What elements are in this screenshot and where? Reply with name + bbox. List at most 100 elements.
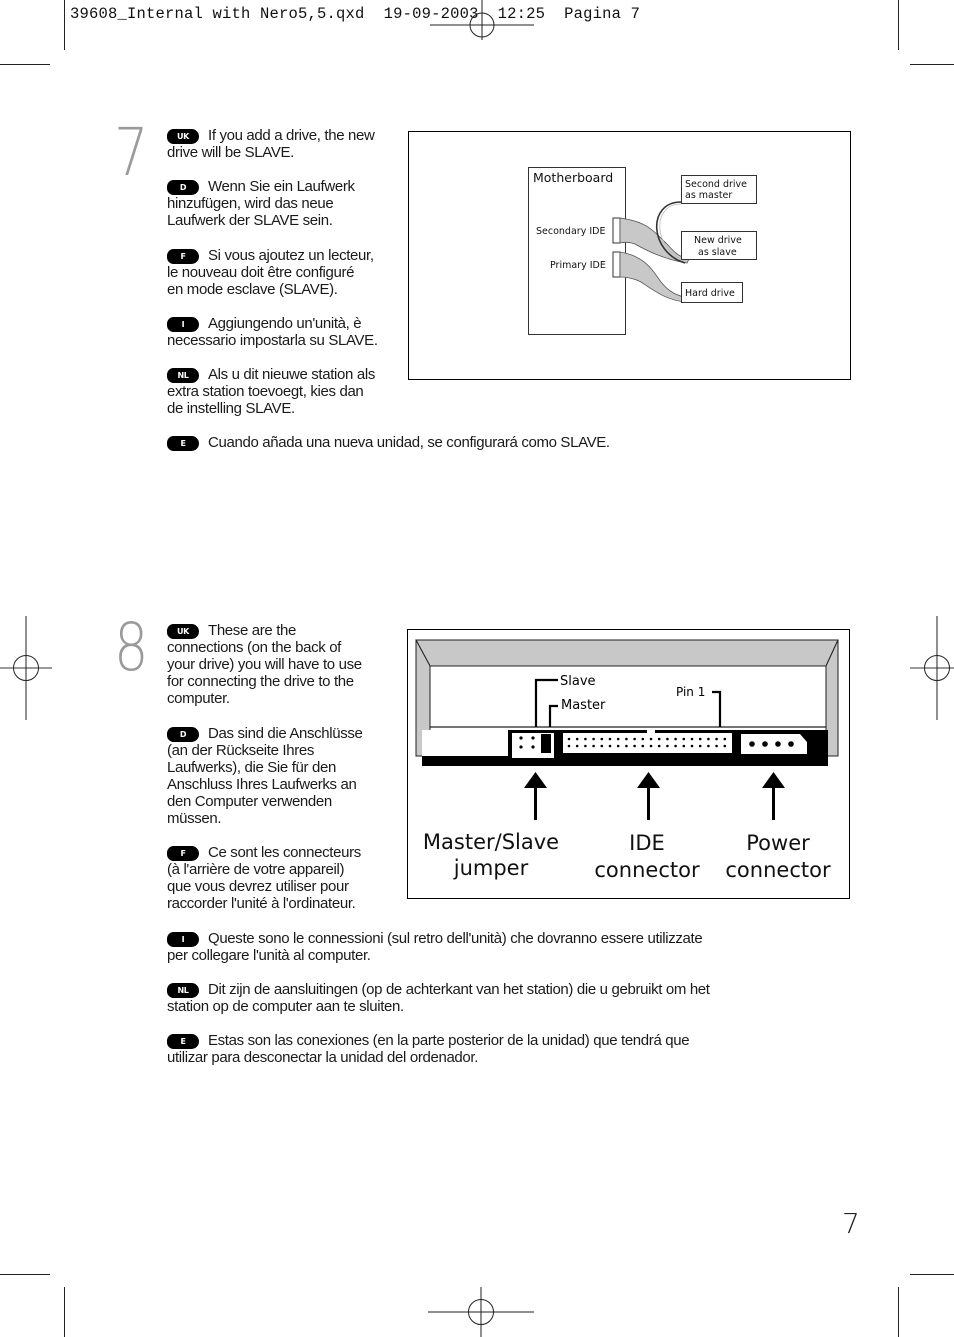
- slave-label: Slave: [560, 674, 596, 689]
- arrow-jumper: [524, 772, 547, 820]
- language-badge-i: I: [167, 317, 199, 332]
- text-line: These are the: [208, 622, 297, 639]
- slug-filename: 39608_Internal with Nero5,5.qxd: [70, 5, 365, 23]
- ide-pin: [707, 744, 710, 748]
- new-drive-label-line2: as slave: [698, 247, 737, 258]
- motherboard-box: [528, 167, 626, 335]
- text-line: müssen.: [167, 810, 222, 827]
- ide-pin: [649, 744, 653, 748]
- ide-pin: [723, 737, 727, 741]
- motherboard-label: Motherboard: [533, 170, 613, 185]
- ide-pin: [633, 744, 636, 748]
- text-line: den Computer verwenden: [167, 793, 332, 810]
- ide-pin: [682, 737, 686, 741]
- drive-back-diagram: Slave Master Pin 1 Master/Slave jumper I…: [415, 639, 839, 882]
- crop-mark: [910, 64, 954, 65]
- text-line: Ce sont les connecteurs: [208, 844, 361, 861]
- text-line: (an der Rückseite Ihres: [167, 742, 315, 759]
- text-line: Anschluss Ihres Laufwerks an: [167, 776, 357, 793]
- text-line: If you add a drive, the new: [208, 127, 375, 144]
- figure-motherboard-connection: Motherboard Secondary IDE Primary IDE Se…: [408, 131, 851, 380]
- text-line: Queste sono le connessioni (sul retro de…: [208, 930, 703, 947]
- ide-pin: [584, 737, 587, 741]
- slug-page: Pagina 7: [564, 5, 641, 23]
- ide-pin: [682, 744, 686, 748]
- language-badge-f: F: [167, 249, 199, 264]
- ide-pin: [641, 737, 645, 741]
- ide-pin: [608, 744, 612, 748]
- ide-pin: [592, 744, 595, 748]
- instruction-uk: UK If you add a drive, the new drive will…: [167, 127, 402, 161]
- text-line: Aggiungendo un'unità, è: [208, 315, 362, 332]
- text-line: your drive) you will have to use: [167, 656, 362, 673]
- text-line: Das sind die Anschlüsse: [208, 725, 363, 742]
- new-drive-label: New drive: [694, 235, 742, 246]
- ide-pin: [698, 737, 702, 741]
- ide-pin: [575, 737, 579, 741]
- ide-pin: [723, 744, 727, 748]
- ide-pin: [633, 737, 636, 741]
- instruction-f: F Si vous ajoutez un lecteur, le nouveau …: [167, 247, 402, 298]
- text-line: Laufwerks), die Sie für den: [167, 759, 336, 776]
- ide-pin: [666, 737, 669, 741]
- instruction-nl: NL Als u dit nieuwe station als extra sta…: [167, 366, 402, 417]
- text-line: utilizar para desconectar la unidad del …: [167, 1049, 479, 1066]
- language-badge-e: E: [167, 436, 199, 451]
- text-line: connections (on the back of: [167, 639, 341, 656]
- ide-pin: [690, 744, 694, 748]
- ide-label: IDE: [629, 831, 665, 855]
- text-line: de instelling SLAVE.: [167, 400, 295, 417]
- registration-mark-bottom: [428, 1287, 534, 1337]
- ide-pin: [584, 744, 587, 748]
- ide-pin: [698, 744, 702, 748]
- text-line: per collegare l'unità al computer.: [167, 947, 371, 964]
- registration-mark-left: [0, 616, 52, 720]
- ide-pin: [715, 737, 718, 741]
- language-badge-e: E: [167, 1034, 199, 1049]
- instruction-uk: UK These are the connections (on the back…: [167, 622, 402, 707]
- text-line: extra station toevoegt, kies dan: [167, 383, 364, 400]
- power-label-line2: connector: [725, 858, 831, 882]
- text-line: necessario impostarla su SLAVE.: [167, 332, 378, 349]
- language-badge-d: D: [167, 180, 199, 195]
- registration-mark-right: [910, 616, 954, 720]
- ide-pin: [657, 737, 661, 741]
- primary-ide-label: Primary IDE: [550, 260, 606, 271]
- page-number: 7: [842, 1207, 860, 1240]
- text-line: hinzufügen, wird das neue: [167, 195, 334, 212]
- text-line: que vous devrez utiliser pour: [167, 878, 349, 895]
- language-badge-f: F: [167, 846, 199, 861]
- text-line: Dit zijn de aansluitingen (op de achterk…: [208, 981, 710, 998]
- instruction-d: D Das sind die Anschlüsse (an der Rücksei…: [167, 725, 402, 827]
- ide-pin: [674, 737, 677, 741]
- language-badge-nl: NL: [167, 368, 199, 383]
- text-line: computer.: [167, 690, 230, 707]
- hard-drive-label: Hard drive: [685, 288, 735, 299]
- ide-pin: [707, 737, 710, 741]
- ide-label-line2: connector: [594, 858, 700, 882]
- jumper-label: Master/Slave: [423, 830, 559, 854]
- ide-pin: [608, 737, 612, 741]
- pin1-label: Pin 1: [676, 685, 705, 699]
- instruction-nl: NL Dit zijn de aansluitingen (op de achte…: [167, 981, 787, 1015]
- text-line: Cuando añada una nueva unidad, se config…: [208, 434, 610, 451]
- second-drive-label: Second drive: [685, 179, 747, 190]
- drive-chassis-top: [415, 639, 839, 667]
- instruction-i: I Aggiungendo un'unità, è necessario impo…: [167, 315, 402, 349]
- text-line: drive will be SLAVE.: [167, 144, 294, 161]
- language-badge-uk: UK: [167, 624, 199, 639]
- step-number: 7: [114, 114, 149, 191]
- ide-pin: [600, 737, 604, 741]
- language-badge-nl: NL: [167, 983, 199, 998]
- motherboard-diagram: Motherboard Secondary IDE Primary IDE Se…: [528, 167, 757, 335]
- ide-pin: [674, 744, 677, 748]
- ide-pin: [649, 737, 653, 741]
- arrow-power: [762, 772, 785, 820]
- text-line: en mode esclave (SLAVE).: [167, 281, 338, 298]
- crop-mark: [64, 1287, 65, 1337]
- text-line: raccorder l'unité à l'ordinateur.: [167, 895, 356, 912]
- crop-mark: [898, 1287, 899, 1337]
- crop-mark: [910, 1274, 954, 1275]
- figure-drive-connectors: Slave Master Pin 1 Master/Slave jumper I…: [407, 629, 850, 899]
- crop-mark: [64, 0, 65, 50]
